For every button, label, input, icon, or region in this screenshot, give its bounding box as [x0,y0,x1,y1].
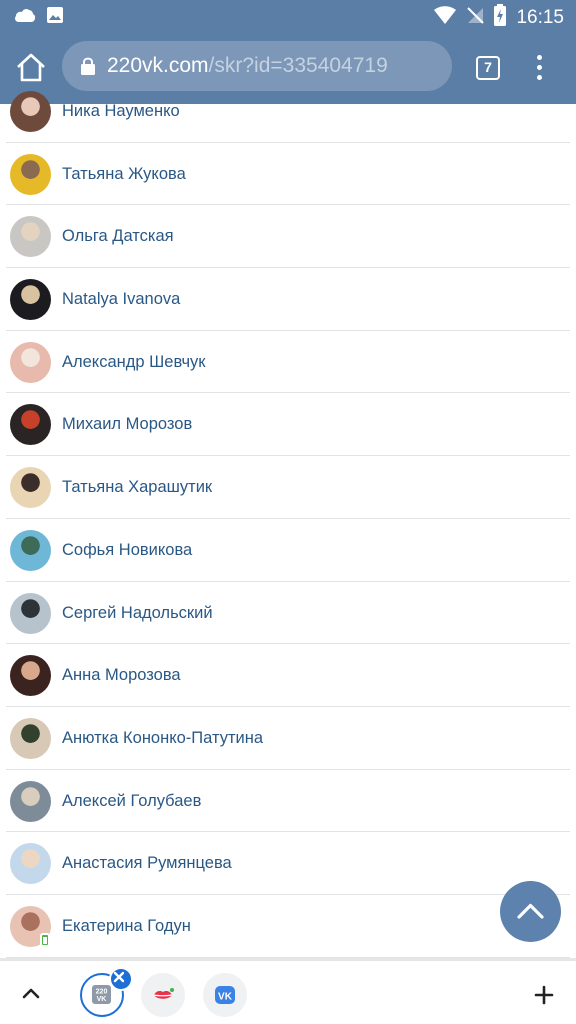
list-item[interactable]: Анастасия Румянцева [0,832,576,895]
list-item[interactable]: Татьяна Жукова [0,143,576,206]
avatar[interactable] [10,467,51,509]
friend-name[interactable]: Анастасия Румянцева [62,852,232,874]
list-item[interactable]: Александр Шевчук [0,331,576,394]
friend-name[interactable]: Софья Новикова [62,539,192,561]
chevron-up-icon[interactable] [20,985,42,1001]
close-icon[interactable] [109,967,133,991]
online-mobile-icon [40,932,50,947]
avatar[interactable] [10,404,51,446]
menu-icon[interactable] [530,53,550,83]
avatar[interactable] [10,655,51,697]
avatar[interactable] [10,529,51,571]
friend-name[interactable]: Natalya Ivanova [62,288,180,310]
no-signal-icon [466,6,485,29]
wifi-icon [434,6,457,29]
status-time: 16:15 [516,6,564,28]
list-item[interactable]: Екатерина Годун [0,895,576,958]
battery-charging-icon [494,4,507,31]
friend-name[interactable]: Татьяна Жукова [62,163,186,185]
list-item[interactable]: Алексей Голубаев [0,770,576,833]
list-item[interactable]: Татьяна Харашутик [0,456,576,519]
friend-name[interactable]: Алексей Голубаев [62,790,201,812]
friend-name[interactable]: Екатерина Годун [62,915,191,937]
avatar[interactable] [10,717,51,759]
avatar[interactable] [10,216,51,258]
lock-icon [80,56,96,76]
friend-name[interactable]: Александр Шевчук [62,351,206,373]
friend-name[interactable]: Михаил Морозов [62,413,192,435]
friend-name[interactable]: Анна Морозова [62,664,181,686]
list-item[interactable]: Ника Науменко [0,80,576,143]
list-item[interactable]: Анна Морозова [0,644,576,707]
avatar[interactable] [10,341,51,383]
avatar[interactable] [10,780,51,822]
avatar[interactable] [10,843,51,885]
avatar[interactable] [10,153,51,195]
list-item[interactable]: Ольга Датская [0,205,576,269]
list-item[interactable]: Анютка Кононко-Патутина [0,707,576,770]
220vk-logo-top: 220 [96,989,108,996]
lips-icon [153,988,174,999]
friend-name[interactable]: Ольга Датская [62,225,174,247]
avatar[interactable] [10,91,51,132]
image-icon [46,6,64,29]
friend-list: Ника Науменко Татьяна Жукова Ольга Датская… [0,80,576,958]
screen: 16:15 220vk.com/skr?id=335404719 7 Ника … [0,0,576,1024]
vk-icon: VK [215,986,235,1004]
friend-name[interactable]: Сергей Надольский [62,602,213,624]
bottom-bar: 220 VK VK [0,958,576,1024]
chevron-up-icon [517,903,544,919]
220vk-logo-bottom: VK [97,996,107,1003]
list-item[interactable]: Natalya Ivanova [0,268,576,331]
list-item[interactable]: Софья Новикова [0,519,576,582]
list-item[interactable]: Михаил Морозов [0,393,576,457]
scroll-top-button[interactable] [500,881,561,942]
avatar[interactable] [10,592,51,634]
url-path: /skr?id=335404719 [208,54,388,77]
avatar[interactable] [10,279,51,321]
vk-logo-text: VK [218,992,233,1003]
cloud-icon [14,7,36,28]
tab-lips[interactable] [141,973,185,1017]
plus-icon[interactable] [533,984,555,1006]
list-item[interactable]: Сергей Надольский [0,582,576,645]
url-domain: 220vk.com [107,54,209,77]
friend-name[interactable]: Ника Науменко [62,100,180,122]
tab-switcher-button[interactable]: 7 [476,56,500,80]
friend-name[interactable]: Татьяна Харашутик [62,476,212,498]
url-text: 220vk.com/skr?id=335404719 [107,54,388,78]
friend-name[interactable]: Анютка Кононко-Патутина [62,727,263,749]
status-bar: 16:15 [0,0,576,32]
tab-vk[interactable]: VK [203,973,247,1017]
